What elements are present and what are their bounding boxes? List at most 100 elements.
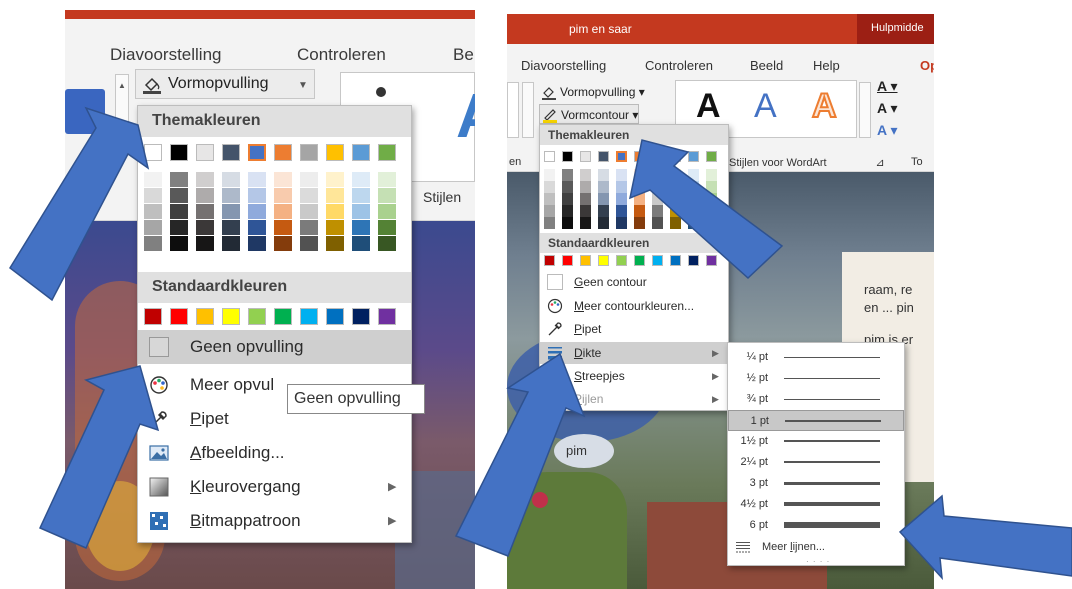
theme-shade-swatch[interactable]: [326, 236, 344, 251]
theme-shade-swatch[interactable]: [634, 193, 645, 205]
theme-shade-swatch[interactable]: [634, 181, 645, 193]
theme-color-swatch[interactable]: [580, 151, 591, 162]
theme-shade-swatch[interactable]: [670, 169, 681, 181]
theme-shade-swatch[interactable]: [222, 188, 240, 203]
theme-shade-swatch[interactable]: [562, 193, 573, 205]
theme-shade-swatch[interactable]: [688, 181, 699, 193]
theme-shade-swatch[interactable]: [616, 181, 627, 193]
theme-shade-swatch[interactable]: [652, 205, 663, 217]
theme-shade-swatch[interactable]: [274, 236, 292, 251]
theme-shade-swatch[interactable]: [598, 205, 609, 217]
theme-shade-swatch[interactable]: [326, 204, 344, 219]
text-effects-icon[interactable]: A ▾: [877, 122, 898, 139]
theme-shade-swatch[interactable]: [670, 181, 681, 193]
theme-shade-swatch[interactable]: [616, 193, 627, 205]
line-weight-option[interactable]: 3 pt: [728, 473, 904, 494]
line-weight-option[interactable]: ½ pt: [728, 368, 904, 389]
theme-shade-swatch[interactable]: [378, 188, 396, 203]
theme-shade-swatch[interactable]: [170, 172, 188, 187]
theme-color-swatch[interactable]: [688, 151, 699, 162]
theme-shade-swatch[interactable]: [616, 205, 627, 217]
theme-shade-swatch[interactable]: [544, 217, 555, 229]
theme-shade-swatch[interactable]: [352, 188, 370, 203]
theme-shade-swatch[interactable]: [144, 172, 162, 187]
theme-shade-swatch[interactable]: [326, 188, 344, 203]
pipet-item[interactable]: Pipet: [540, 318, 728, 340]
standard-color-swatch[interactable]: [378, 308, 396, 325]
theme-shade-swatch[interactable]: [352, 220, 370, 235]
gallery-scroll[interactable]: ▲: [115, 74, 129, 134]
standard-color-swatch[interactable]: [544, 255, 555, 266]
theme-color-swatch[interactable]: [248, 144, 266, 161]
theme-shade-swatch[interactable]: [652, 181, 663, 193]
theme-color-swatch[interactable]: [706, 151, 717, 162]
theme-shade-swatch[interactable]: [170, 188, 188, 203]
theme-color-swatch[interactable]: [670, 151, 681, 162]
theme-shade-swatch[interactable]: [706, 181, 717, 193]
theme-color-swatch[interactable]: [562, 151, 573, 162]
tab-diavoorstelling[interactable]: Diavoorstelling: [521, 58, 606, 73]
shape-style-swatch[interactable]: [65, 89, 105, 134]
theme-shade-swatch[interactable]: [144, 236, 162, 251]
theme-shade-swatch[interactable]: [580, 217, 591, 229]
tab-controleren[interactable]: Controleren: [297, 45, 386, 65]
wordart-style-orange[interactable]: A: [811, 86, 838, 126]
theme-color-swatch[interactable]: [652, 151, 663, 162]
theme-shade-swatch[interactable]: [248, 220, 266, 235]
theme-shade-swatch[interactable]: [544, 193, 555, 205]
theme-shade-swatch[interactable]: [598, 181, 609, 193]
geen-opvulling-item[interactable]: Geen opvulling: [138, 330, 411, 364]
theme-shade-swatch[interactable]: [222, 204, 240, 219]
theme-shade-swatch[interactable]: [616, 169, 627, 181]
theme-shade-swatch[interactable]: [580, 169, 591, 181]
theme-shade-swatch[interactable]: [378, 204, 396, 219]
theme-color-swatch[interactable]: [274, 144, 292, 161]
theme-shade-swatch[interactable]: [300, 204, 318, 219]
tab-beeld[interactable]: Beeld: [750, 58, 783, 73]
theme-shade-swatch[interactable]: [652, 169, 663, 181]
theme-shade-swatch[interactable]: [378, 236, 396, 251]
theme-shade-swatch[interactable]: [688, 217, 699, 229]
theme-shade-swatch[interactable]: [562, 169, 573, 181]
line-weight-option[interactable]: ¾ pt: [728, 389, 904, 410]
theme-shade-swatch[interactable]: [378, 220, 396, 235]
theme-shade-swatch[interactable]: [544, 181, 555, 193]
theme-color-swatch[interactable]: [144, 144, 162, 161]
theme-shade-swatch[interactable]: [352, 204, 370, 219]
text-outline-icon[interactable]: A ▾: [877, 100, 898, 117]
theme-shade-swatch[interactable]: [170, 220, 188, 235]
theme-shade-swatch[interactable]: [706, 193, 717, 205]
theme-shade-swatch[interactable]: [634, 217, 645, 229]
line-weight-option[interactable]: ¼ pt: [728, 347, 904, 368]
name-bubble[interactable]: pim: [554, 434, 614, 468]
theme-shade-swatch[interactable]: [378, 172, 396, 187]
theme-shade-swatch[interactable]: [326, 220, 344, 235]
theme-shade-swatch[interactable]: [562, 205, 573, 217]
tab-help[interactable]: Help: [813, 58, 840, 73]
line-weight-option[interactable]: 6 pt: [728, 515, 904, 536]
theme-shade-swatch[interactable]: [634, 169, 645, 181]
theme-shade-swatch[interactable]: [352, 172, 370, 187]
theme-color-swatch[interactable]: [544, 151, 555, 162]
theme-shade-swatch[interactable]: [248, 236, 266, 251]
standard-color-swatch[interactable]: [688, 255, 699, 266]
theme-shade-swatch[interactable]: [248, 172, 266, 187]
vormcontour-button[interactable]: Vormcontour ▾: [539, 104, 639, 124]
theme-shade-swatch[interactable]: [300, 220, 318, 235]
theme-shade-swatch[interactable]: [598, 217, 609, 229]
theme-shade-swatch[interactable]: [300, 188, 318, 203]
standard-color-swatch[interactable]: [248, 308, 266, 325]
wordart-style-black[interactable]: A: [696, 87, 721, 126]
theme-shade-swatch[interactable]: [544, 205, 555, 217]
theme-shade-swatch[interactable]: [706, 169, 717, 181]
tab-opmaak[interactable]: Op: [920, 58, 934, 73]
standard-color-swatch[interactable]: [598, 255, 609, 266]
theme-shade-swatch[interactable]: [544, 169, 555, 181]
standard-color-swatch[interactable]: [634, 255, 645, 266]
theme-shade-swatch[interactable]: [580, 181, 591, 193]
theme-shade-swatch[interactable]: [670, 205, 681, 217]
theme-shade-swatch[interactable]: [144, 220, 162, 235]
theme-shade-swatch[interactable]: [580, 193, 591, 205]
theme-shade-swatch[interactable]: [274, 188, 292, 203]
theme-shade-swatch[interactable]: [706, 217, 717, 229]
